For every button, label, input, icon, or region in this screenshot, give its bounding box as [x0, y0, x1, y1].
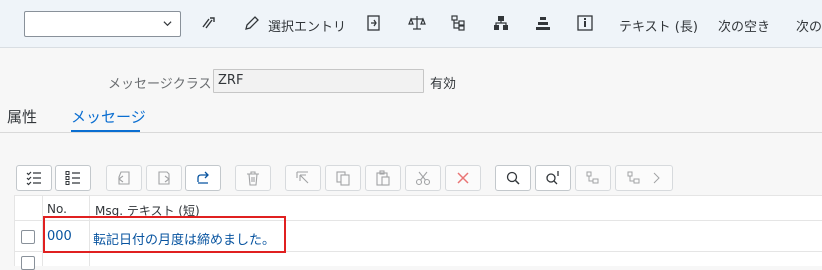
column-header-number[interactable]: No.	[47, 202, 67, 216]
paste-icon	[376, 170, 390, 186]
back-button[interactable]	[106, 165, 142, 191]
tab-messages[interactable]: メッセージ	[71, 106, 146, 127]
redo-icon	[197, 171, 209, 184]
delete-icon	[247, 171, 259, 186]
deselect-all-icon	[65, 171, 80, 185]
search-next-icon	[546, 171, 559, 185]
cut-button[interactable]	[405, 165, 441, 191]
tree-expand-icon	[586, 171, 599, 184]
select-all-button[interactable]	[16, 165, 52, 191]
cut-icon	[415, 171, 431, 186]
chevron-down-icon	[163, 21, 172, 27]
highlight-box	[43, 216, 286, 253]
row-select-checkbox[interactable]	[21, 256, 35, 270]
deselect-all-button[interactable]	[55, 165, 91, 191]
text-long-button[interactable]: テキスト (長)	[619, 16, 698, 35]
display-change-icon[interactable]	[200, 14, 218, 32]
status-text: 有効	[430, 77, 457, 92]
tree-expand-button[interactable]	[575, 165, 611, 191]
info-icon[interactable]	[576, 14, 594, 32]
message-class-field[interactable]: ZRF	[213, 69, 424, 93]
cursor-select-button[interactable]	[285, 165, 321, 191]
tab-divider	[0, 132, 822, 133]
copy-icon	[336, 171, 350, 186]
message-class-label: メッセージクラス:	[108, 77, 216, 92]
object-dropdown[interactable]	[24, 11, 181, 37]
forward-button[interactable]	[146, 165, 182, 191]
hierarchy-icon[interactable]	[492, 14, 510, 32]
back-icon	[118, 171, 130, 185]
cancel-button[interactable]	[445, 165, 481, 191]
next-button-partial[interactable]: 次の	[796, 16, 822, 35]
search-next-button[interactable]	[535, 165, 571, 191]
paste-button[interactable]	[365, 165, 401, 191]
balance-check-icon[interactable]	[408, 14, 426, 32]
next-free-button[interactable]: 次の空き	[718, 16, 770, 35]
cancel-x-icon	[457, 172, 469, 184]
select-all-icon	[26, 171, 41, 186]
delete-button[interactable]	[235, 165, 271, 191]
tree-more-icon	[627, 171, 660, 184]
search-icon	[506, 171, 520, 185]
redo-button[interactable]	[185, 165, 221, 191]
stack-icon[interactable]	[534, 14, 552, 32]
pencil-icon[interactable]	[243, 14, 261, 32]
tab-attributes[interactable]: 属性	[7, 106, 37, 127]
other-object-icon[interactable]	[365, 14, 383, 32]
forward-icon	[158, 171, 170, 185]
search-button[interactable]	[495, 165, 531, 191]
cursor-select-icon	[296, 171, 309, 184]
application-toolbar: 選択エントリ テキスト (長) 次の空き 次の	[0, 0, 822, 48]
row-select-checkbox[interactable]	[21, 230, 35, 244]
where-used-icon[interactable]	[450, 14, 468, 32]
tree-more-button[interactable]	[615, 165, 673, 191]
select-entry-button[interactable]: 選択エントリ	[268, 16, 346, 35]
copy-button[interactable]	[325, 165, 361, 191]
